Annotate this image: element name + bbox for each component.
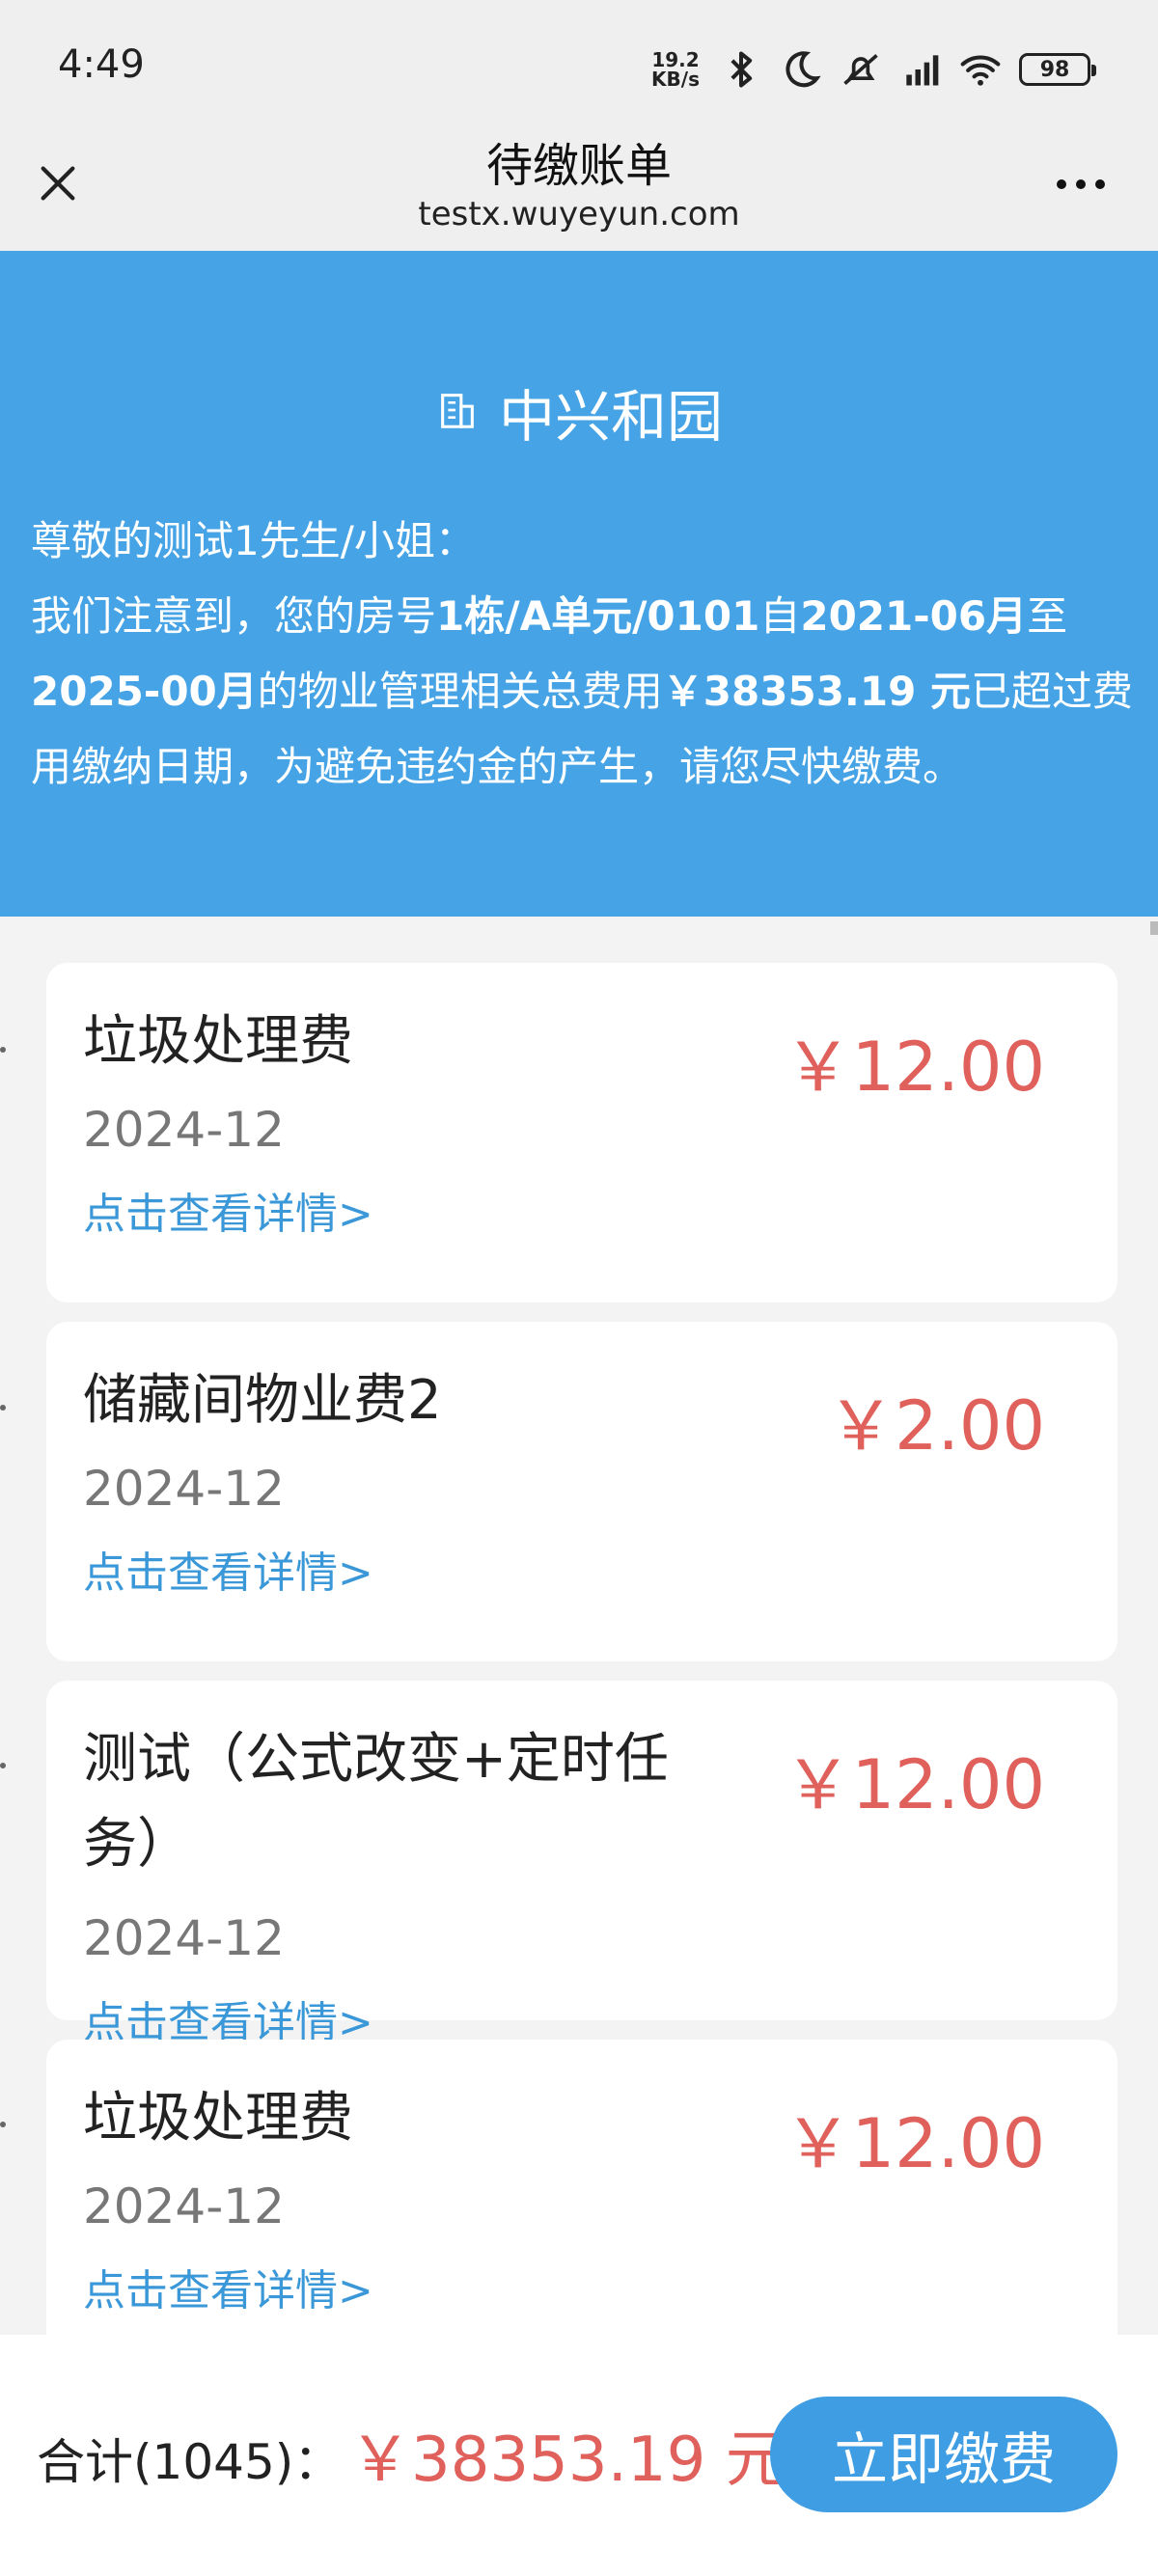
bill-card[interactable]: 垃圾处理费 2024-12 点击查看详情> ￥12.00 bbox=[46, 2040, 1117, 2379]
room-number: 1栋/A单元/0101 bbox=[436, 592, 760, 640]
bill-date: 2024-12 bbox=[83, 1910, 285, 1966]
wifi-icon bbox=[959, 48, 1002, 91]
bill-card[interactable]: 垃圾处理费 2024-12 点击查看详情> ￥12.00 bbox=[46, 963, 1117, 1302]
bill-name: 垃圾处理费 bbox=[83, 2087, 353, 2150]
community-name: 中兴和园 bbox=[498, 384, 723, 450]
bill-date: 2024-12 bbox=[83, 1461, 285, 1517]
total-amount: ￥38353.19 元 bbox=[349, 2425, 787, 2496]
building-icon bbox=[435, 388, 480, 436]
bill-amount: ￥12.00 bbox=[784, 1028, 1045, 1107]
scroll-indicator bbox=[1150, 921, 1158, 935]
bill-name: 垃圾处理费 bbox=[83, 1010, 353, 1073]
total-label: 合计(1045)： bbox=[37, 2434, 343, 2490]
page-url: testx.wuyeyun.com bbox=[418, 195, 740, 233]
bill-detail-link[interactable]: 点击查看详情> bbox=[83, 2256, 373, 2317]
status-icons: 19.2 KB/s 98 bbox=[648, 42, 1096, 96]
bill-detail-link[interactable]: 点击查看详情> bbox=[83, 1538, 373, 1600]
pay-now-button[interactable]: 立即缴费 bbox=[770, 2397, 1117, 2512]
notice-banner: 中兴和园 尊敬的测试1先生/小姐： 我们注意到，您的房号1栋/A单元/0101自… bbox=[0, 251, 1158, 917]
bluetooth-icon bbox=[720, 48, 762, 91]
more-dot-icon bbox=[1076, 179, 1086, 189]
bill-name-continued: 务） bbox=[83, 1813, 191, 1876]
period-end: 2025-00月 bbox=[31, 668, 258, 715]
bill-amount: ￥12.00 bbox=[784, 1745, 1045, 1824]
notice-body: 我们注意到，您的房号1栋/A单元/0101自2021-06月至2025-00月的… bbox=[31, 592, 1133, 790]
edge-dot bbox=[0, 2122, 6, 2127]
bill-name: 储藏间物业费2 bbox=[83, 1369, 442, 1432]
hd-signal-icon bbox=[899, 48, 942, 91]
network-speed: 19.2 KB/s bbox=[648, 50, 703, 89]
bill-amount: ￥2.00 bbox=[827, 1386, 1045, 1466]
bill-date: 2024-12 bbox=[83, 1102, 285, 1158]
notice-text: 尊敬的测试1先生/小姐： 我们注意到，您的房号1栋/A单元/0101自2021-… bbox=[31, 504, 1139, 805]
community-header: 中兴和园 bbox=[0, 371, 1158, 452]
edge-dot bbox=[0, 1763, 6, 1768]
bill-card[interactable]: 测试（公式改变+定时任 务） 2024-12 点击查看详情> ￥12.00 bbox=[46, 1681, 1117, 2047]
page-header: 待缴账单 testx.wuyeyun.com bbox=[0, 116, 1158, 251]
more-dot-icon bbox=[1057, 179, 1066, 189]
status-time: 4:49 bbox=[58, 42, 145, 87]
page-title: 待缴账单 bbox=[485, 139, 672, 193]
notice-greeting: 尊敬的测试1先生/小姐： bbox=[31, 517, 476, 564]
period-start: 2021-06月 bbox=[800, 592, 1028, 640]
bill-card[interactable]: 储藏间物业费2 2024-12 点击查看详情> ￥2.00 bbox=[46, 1322, 1117, 1661]
network-speed-value: 19.2 bbox=[651, 48, 700, 71]
more-dot-icon bbox=[1095, 179, 1105, 189]
status-bar: 4:49 19.2 KB/s 98 bbox=[0, 0, 1158, 135]
more-button[interactable] bbox=[1042, 160, 1119, 208]
bill-name: 测试（公式改变+定时任 bbox=[83, 1728, 669, 1791]
edge-dot bbox=[0, 1047, 6, 1053]
network-speed-unit: KB/s bbox=[651, 68, 700, 91]
bill-date: 2024-12 bbox=[83, 2179, 285, 2234]
bill-detail-link[interactable]: 点击查看详情> bbox=[83, 1179, 373, 1241]
moon-icon bbox=[780, 48, 822, 91]
edge-dot bbox=[0, 1405, 6, 1411]
battery-icon: 98 bbox=[1019, 53, 1096, 86]
checkout-footer: 合计(1045)： ￥38353.19 元 立即缴费 bbox=[0, 2335, 1158, 2576]
notice-total: ￥38353.19 元 bbox=[662, 668, 971, 715]
mute-icon bbox=[840, 48, 882, 91]
bill-amount: ￥12.00 bbox=[784, 2104, 1045, 2183]
